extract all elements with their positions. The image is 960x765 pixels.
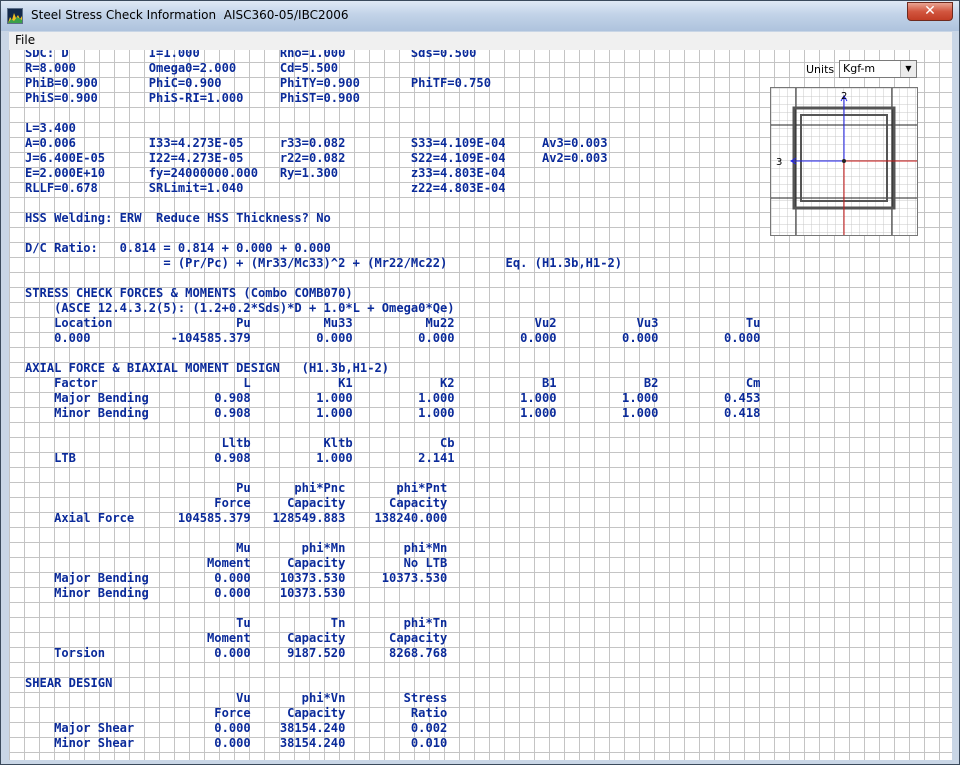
report-line: Axial Force 104585.379 128549.883 138240… [25, 511, 448, 525]
report-line: SDC: D I=1.000 Rho=1.000 Sds=0.500 [25, 50, 477, 60]
report-line: Vu phi*Vn Stress [25, 691, 448, 705]
title-bar[interactable]: Steel Stress Check Information AISC360-0… [1, 1, 959, 31]
report-line: Moment Capacity Capacity [25, 631, 448, 645]
report-line: Lltb Kltb Cb [25, 436, 455, 450]
report-line: LTB 0.908 1.000 2.141 [25, 451, 455, 465]
report-line: Mu phi*Mn phi*Mn [25, 541, 448, 555]
report-line: J=6.400E-05 I22=4.273E-05 r22=0.082 S22=… [25, 151, 608, 165]
report-line: RLLF=0.678 SRLimit=1.040 z22=4.803E-04 [25, 181, 506, 195]
report-line: = (Pr/Pc) + (Mr33/Mc33)^2 + (Mr22/Mc22) … [25, 256, 623, 270]
menu-bar: File [9, 32, 952, 51]
report-line: PhiS=0.900 PhiS-RI=1.000 PhiST=0.900 [25, 91, 360, 105]
report-line: SHEAR DESIGN [25, 676, 113, 690]
units-label: Units [806, 63, 835, 76]
report-line: Tu Tn phi*Tn [25, 616, 448, 630]
menu-file[interactable]: File [15, 33, 35, 47]
report-line: Minor Shear 0.000 38154.240 0.010 [25, 736, 448, 750]
stress-check-window: Steel Stress Check Information AISC360-0… [0, 0, 960, 765]
units-dropdown[interactable]: Kgf-m ▼ [839, 60, 917, 78]
report-line: (ASCE 12.4.3.2(5): (1.2+0.2*Sds)*D + 1.0… [25, 301, 455, 315]
report-line: Location Pu Mu33 Mu22 Vu2 Vu3 Tu [25, 316, 761, 330]
report-line: PhiB=0.900 PhiC=0.900 PhiTY=0.900 PhiTF=… [25, 76, 491, 90]
window-title: Steel Stress Check Information AISC360-0… [31, 8, 349, 22]
report-line: AXIAL FORCE & BIAXIAL MOMENT DESIGN (H1.… [25, 361, 390, 375]
report-line: Force Capacity Capacity [25, 496, 448, 510]
report-line: Minor Bending 0.908 1.000 1.000 1.000 1.… [25, 406, 761, 420]
axis-2-label: 2 [841, 91, 847, 102]
report-line: Major Shear 0.000 38154.240 0.002 [25, 721, 448, 735]
report-line: Major Bending 0.000 10373.530 10373.530 [25, 571, 448, 585]
report-line: STRESS CHECK FORCES & MOMENTS (Combo COM… [25, 286, 353, 300]
app-icon[interactable] [7, 8, 23, 24]
report-line: Moment Capacity No LTB [25, 556, 448, 570]
close-button[interactable]: ✕ [907, 2, 953, 21]
report-line: R=8.000 Omega0=2.000 Cd=5.500 [25, 61, 339, 75]
report-line: A=0.006 I33=4.273E-05 r33=0.082 S33=4.10… [25, 136, 608, 150]
chevron-down-icon[interactable]: ▼ [900, 61, 916, 77]
report-line: Factor L K1 K2 B1 B2 Cm [25, 376, 761, 390]
section-view: 2 3 [770, 87, 918, 236]
report-line: Torsion 0.000 9187.520 8268.768 [25, 646, 448, 660]
report-line: L=3.400 [25, 121, 76, 135]
report-line: D/C Ratio: 0.814 = 0.814 + 0.000 + 0.000 [25, 241, 331, 255]
report-line: Minor Bending 0.000 10373.530 [25, 586, 346, 600]
report-line: Force Capacity Ratio [25, 706, 448, 720]
report-line: E=2.000E+10 fy=24000000.000 Ry=1.300 z33… [25, 166, 506, 180]
close-icon: ✕ [924, 3, 936, 19]
report-line: Major Bending 0.908 1.000 1.000 1.000 1.… [25, 391, 761, 405]
report-line: Pu phi*Pnc phi*Pnt [25, 481, 448, 495]
report-area[interactable]: SDC: D I=1.000 Rho=1.000 Sds=0.500 R=8.00… [9, 50, 952, 760]
report-line: 0.000 -104585.379 0.000 0.000 0.000 0.00… [25, 331, 761, 345]
axis-3-label: 3 [776, 157, 782, 168]
report-line: HSS Welding: ERW Reduce HSS Thickness? N… [25, 211, 331, 225]
units-value: Kgf-m [843, 62, 876, 75]
